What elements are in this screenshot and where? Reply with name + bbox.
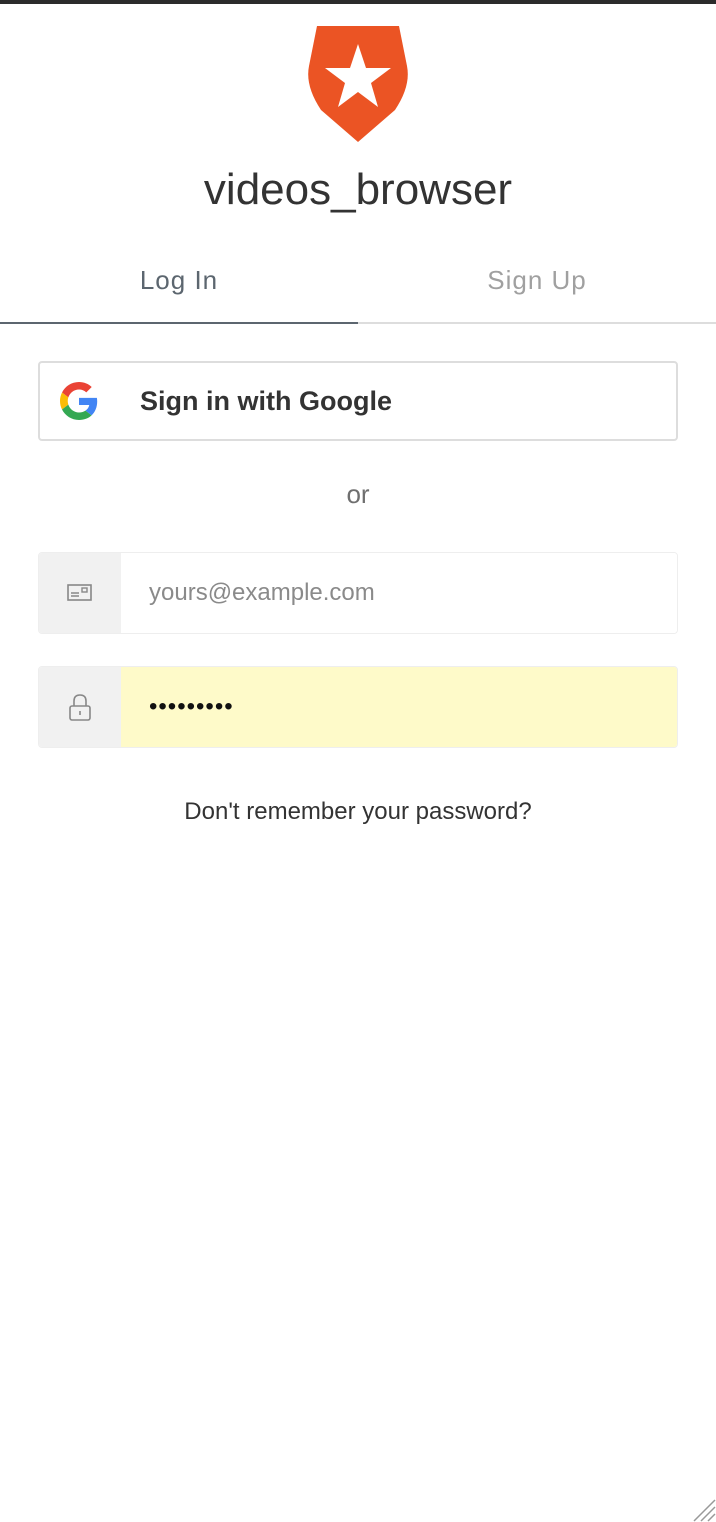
resize-handle-icon[interactable] bbox=[688, 1494, 716, 1522]
password-input[interactable] bbox=[121, 667, 677, 747]
forgot-password-link[interactable]: Don't remember your password? bbox=[0, 795, 716, 829]
email-input[interactable] bbox=[121, 553, 677, 633]
login-page: videos_browser Log In Sign Up Sign in wi… bbox=[0, 0, 716, 1522]
tab-log-in[interactable]: Log In bbox=[0, 250, 358, 324]
lock-icon bbox=[69, 694, 91, 721]
auth-tabs: Log In Sign Up bbox=[0, 250, 716, 324]
tab-sign-up[interactable]: Sign Up bbox=[358, 250, 716, 322]
password-icon-box bbox=[39, 667, 121, 747]
sign-in-with-google-button[interactable]: Sign in with Google bbox=[38, 361, 678, 441]
window-top-border bbox=[0, 0, 716, 4]
app-title: videos_browser bbox=[203, 165, 513, 214]
auth0-shield-logo-icon bbox=[308, 26, 408, 142]
password-field bbox=[38, 666, 678, 748]
email-field bbox=[38, 552, 678, 634]
google-g-icon bbox=[60, 382, 98, 420]
email-icon-box bbox=[39, 553, 121, 633]
google-button-label: Sign in with Google bbox=[140, 386, 392, 416]
or-separator: or bbox=[346, 479, 370, 509]
envelope-icon bbox=[67, 584, 92, 601]
